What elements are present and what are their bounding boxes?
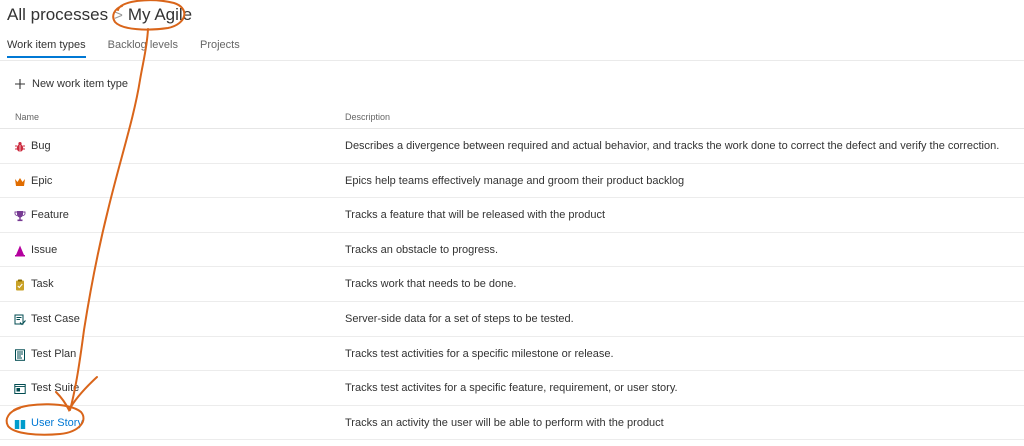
work-item-types-table: Name Description Bug Describes a diverge… bbox=[0, 108, 1024, 441]
trophy-icon bbox=[14, 211, 26, 222]
table-row[interactable]: Task Tracks work that needs to be done. bbox=[0, 267, 1024, 302]
work-item-type-description: Tracks test activites for a specific fea… bbox=[345, 382, 678, 395]
table-row[interactable]: Test Case Server-side data for a set of … bbox=[0, 302, 1024, 337]
plus-icon bbox=[15, 79, 25, 89]
bug-icon bbox=[15, 142, 25, 152]
work-item-type-description: Tracks an obstacle to progress. bbox=[345, 243, 499, 256]
new-work-item-type-label: New work item type bbox=[32, 78, 128, 90]
tab-work-item-types[interactable]: Work item types bbox=[7, 36, 86, 60]
test-case-icon bbox=[14, 314, 26, 326]
work-item-type-description: Tracks an activity the user will be able… bbox=[345, 416, 664, 429]
work-item-type-description: Tracks work that needs to be done. bbox=[345, 278, 517, 291]
table-row[interactable]: Issue Tracks an obstacle to progress. bbox=[0, 233, 1024, 268]
tab-bar: Work item types Backlog levels Projects bbox=[0, 36, 262, 60]
table-row[interactable]: Test Suite Tracks test activites for a s… bbox=[0, 371, 1024, 406]
column-header-name[interactable]: Name bbox=[15, 112, 39, 122]
table-header: Name Description bbox=[0, 108, 1024, 129]
test-suite-icon bbox=[14, 384, 26, 395]
work-item-type-name[interactable]: Task bbox=[31, 278, 54, 290]
work-item-type-name[interactable]: Epic bbox=[31, 175, 52, 187]
work-item-type-name[interactable]: Test Case bbox=[31, 313, 80, 325]
work-item-type-description: Tracks a feature that will be released w… bbox=[345, 209, 606, 222]
table-row[interactable]: User Story Tracks an activity the user w… bbox=[0, 406, 1024, 441]
test-plan-icon bbox=[15, 348, 25, 361]
work-item-type-name[interactable]: Issue bbox=[31, 244, 57, 256]
table-row[interactable]: Feature Tracks a feature that will be re… bbox=[0, 198, 1024, 233]
work-item-type-description: Tracks test activities for a specific mi… bbox=[345, 347, 614, 360]
crown-icon bbox=[15, 177, 25, 186]
breadcrumb: All processes > My Agile bbox=[7, 4, 192, 26]
column-header-description[interactable]: Description bbox=[345, 112, 390, 122]
table-row[interactable]: Bug Describes a divergence between requi… bbox=[0, 129, 1024, 164]
book-icon bbox=[14, 419, 26, 429]
work-item-type-name[interactable]: Test Plan bbox=[31, 348, 76, 360]
cone-icon bbox=[15, 245, 25, 257]
work-item-type-name[interactable]: User Story bbox=[31, 417, 83, 429]
page-header: All processes > My Agile Work item types… bbox=[0, 0, 1024, 61]
breadcrumb-separator: > bbox=[114, 6, 123, 24]
work-item-type-description: Server-side data for a set of steps to b… bbox=[345, 312, 574, 325]
breadcrumb-current-process: My Agile bbox=[127, 5, 193, 24]
table-row[interactable]: Test Plan Tracks test activities for a s… bbox=[0, 337, 1024, 372]
work-item-type-name[interactable]: Test Suite bbox=[31, 382, 79, 394]
work-item-type-description: Describes a divergence between required … bbox=[345, 140, 1000, 152]
new-work-item-type-button[interactable]: New work item type bbox=[14, 75, 128, 93]
work-item-type-name[interactable]: Feature bbox=[31, 209, 69, 221]
tab-projects[interactable]: Projects bbox=[200, 36, 240, 60]
clipboard-icon bbox=[16, 279, 24, 291]
work-item-type-description: Epics help teams effectively manage and … bbox=[345, 174, 685, 187]
table-row[interactable]: Epic Epics help teams effectively manage… bbox=[0, 164, 1024, 199]
breadcrumb-all-processes[interactable]: All processes bbox=[7, 5, 108, 25]
work-item-type-name[interactable]: Bug bbox=[31, 140, 51, 152]
tab-backlog-levels[interactable]: Backlog levels bbox=[108, 36, 178, 60]
